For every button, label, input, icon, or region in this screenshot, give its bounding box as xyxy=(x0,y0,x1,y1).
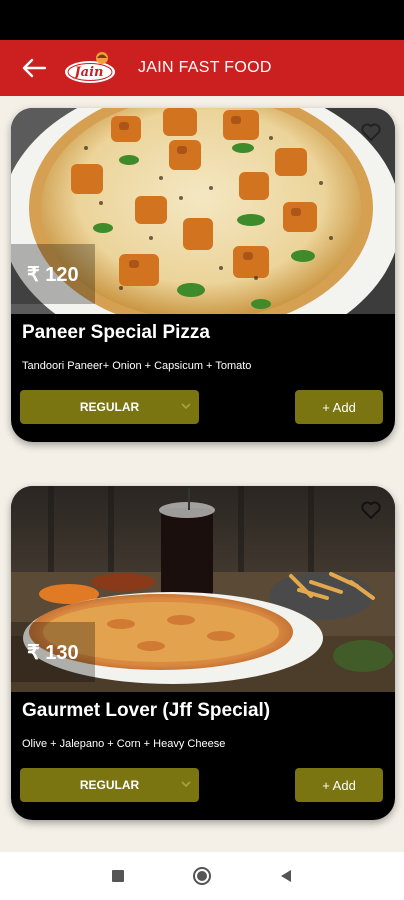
favorite-button[interactable] xyxy=(359,120,383,144)
menu-item-card[interactable]: ₹ 120 Paneer Special Pizza Tandoori Pane… xyxy=(11,108,395,442)
chevron-down-icon xyxy=(181,781,191,788)
price-badge: ₹ 120 xyxy=(11,244,95,304)
chevron-down-icon xyxy=(181,403,191,410)
item-name: Gaurmet Lover (Jff Special) xyxy=(22,700,271,721)
item-description: Olive + Jalepano + Corn + Heavy Cheese xyxy=(22,738,226,750)
status-bar xyxy=(0,0,404,40)
circle-icon xyxy=(193,867,211,885)
variant-dropdown[interactable]: REGULAR xyxy=(20,390,199,424)
item-name: Paneer Special Pizza xyxy=(22,322,210,343)
price-badge: ₹ 130 xyxy=(11,622,95,682)
back-nav-button[interactable] xyxy=(276,866,296,886)
triangle-left-icon xyxy=(281,870,291,882)
app-header: Jain JAIN FAST FOOD xyxy=(0,40,404,96)
heart-outline-icon xyxy=(361,501,381,519)
recent-apps-button[interactable] xyxy=(108,866,128,886)
menu-item-card[interactable]: ₹ 130 Gaurmet Lover (Jff Special) Olive … xyxy=(11,486,395,820)
food-image: ₹ 130 xyxy=(11,486,395,692)
back-button[interactable] xyxy=(12,46,56,90)
arrow-left-icon xyxy=(22,58,47,78)
system-nav-bar xyxy=(0,852,404,900)
square-icon xyxy=(112,870,124,882)
variant-label: REGULAR xyxy=(79,778,140,792)
svg-text:Jain: Jain xyxy=(72,65,104,80)
home-button[interactable] xyxy=(192,866,212,886)
food-image: ₹ 120 xyxy=(11,108,395,314)
variant-label: REGULAR xyxy=(79,400,140,414)
add-button[interactable]: + Add xyxy=(295,390,383,424)
page-title: JAIN FAST FOOD xyxy=(138,59,272,76)
add-button[interactable]: + Add xyxy=(295,768,383,802)
favorite-button[interactable] xyxy=(359,498,383,522)
item-description: Tandoori Paneer+ Onion + Capsicum + Toma… xyxy=(22,360,252,372)
variant-dropdown[interactable]: REGULAR xyxy=(20,768,199,802)
heart-outline-icon xyxy=(361,123,381,141)
brand-logo: Jain xyxy=(62,48,118,88)
menu-list[interactable]: ₹ 120 Paneer Special Pizza Tandoori Pane… xyxy=(0,96,404,852)
